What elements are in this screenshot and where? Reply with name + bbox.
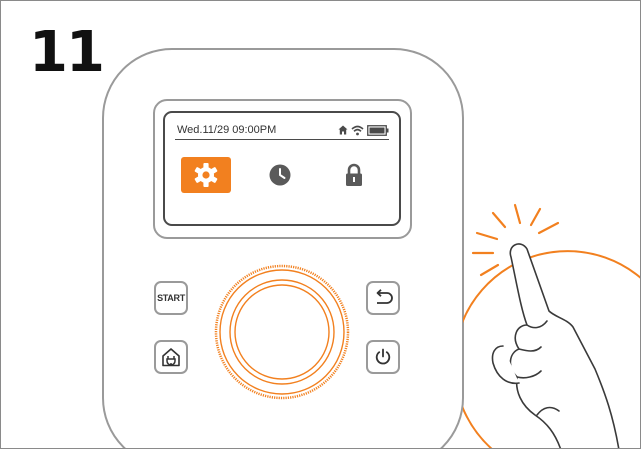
back-arrow-icon xyxy=(376,289,393,304)
home-icon xyxy=(338,125,348,135)
pointing-hand-illustration xyxy=(463,203,640,448)
clock-icon xyxy=(269,164,291,186)
start-button[interactable]: START xyxy=(154,281,188,315)
datetime-text: Wed.11/29 09:00PM xyxy=(177,124,277,136)
gear-icon xyxy=(194,163,218,187)
back-button[interactable] xyxy=(366,281,400,315)
menu-item-lock[interactable] xyxy=(329,157,379,193)
display-screen: Wed.11/29 09:00PM xyxy=(163,111,401,226)
power-button[interactable] xyxy=(366,340,400,374)
start-button-label: START xyxy=(157,293,185,303)
house-plug-icon xyxy=(162,348,180,367)
menu-item-schedule[interactable] xyxy=(255,157,305,193)
menu-item-settings[interactable] xyxy=(181,157,231,193)
home-button[interactable] xyxy=(154,340,188,374)
lock-icon xyxy=(346,163,362,186)
battery-icon xyxy=(367,124,389,136)
status-bar: Wed.11/29 09:00PM xyxy=(175,123,389,140)
illustration-frame: 11 Wed.11/29 09:00PM START xyxy=(0,0,641,449)
selection-dial[interactable] xyxy=(213,263,351,401)
wifi-icon xyxy=(351,125,364,135)
power-icon xyxy=(375,348,391,365)
step-number: 11 xyxy=(29,20,105,85)
status-icons xyxy=(338,124,389,136)
